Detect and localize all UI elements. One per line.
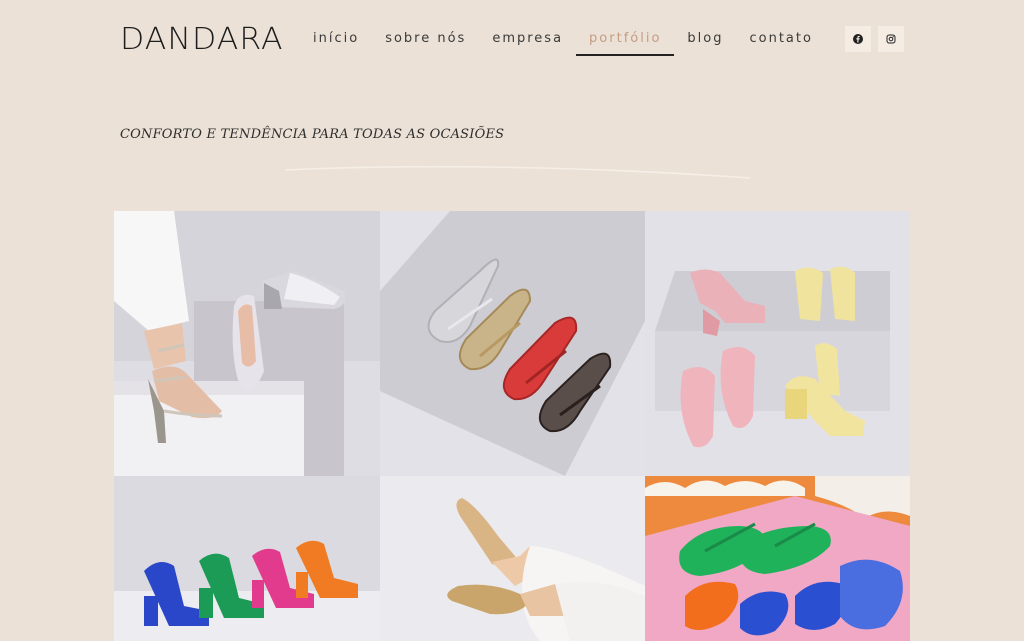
nav-item-blog[interactable]: blog xyxy=(674,30,736,56)
instagram-icon xyxy=(886,34,896,44)
portfolio-gallery xyxy=(114,211,910,641)
nav-item-contato[interactable]: contato xyxy=(736,30,825,56)
gallery-tile-5[interactable] xyxy=(380,476,645,641)
brand-logo[interactable]: DANDARA xyxy=(120,22,284,57)
flip-flops-photo xyxy=(645,476,910,641)
decorative-divider xyxy=(285,165,750,179)
main-nav: início sobre nós empresa portfólio blog … xyxy=(300,30,826,56)
site-header: DANDARA início sobre nós empresa portfól… xyxy=(0,0,1024,80)
facebook-button[interactable] xyxy=(845,26,871,52)
gallery-tile-4[interactable] xyxy=(114,476,380,641)
gallery-tile-6[interactable] xyxy=(645,476,910,641)
nav-item-sobre-nos[interactable]: sobre nós xyxy=(372,30,479,56)
gold-flats-photo xyxy=(380,476,645,641)
metallic-sandals-photo xyxy=(114,211,380,476)
gallery-tile-1[interactable] xyxy=(114,211,380,476)
social-links xyxy=(845,26,904,52)
instagram-button[interactable] xyxy=(878,26,904,52)
colorful-heels-photo xyxy=(114,476,380,641)
gallery-tile-3[interactable] xyxy=(645,211,910,476)
nav-item-portfolio[interactable]: portfólio xyxy=(576,30,675,56)
mary-jane-flats-photo xyxy=(380,211,645,476)
page-tagline: CONFORTO E TENDÊNCIA PARA TODAS AS OCASI… xyxy=(120,127,505,142)
facebook-icon xyxy=(853,34,863,44)
nav-item-inicio[interactable]: início xyxy=(300,30,372,56)
nav-item-empresa[interactable]: empresa xyxy=(479,30,576,56)
pastel-shoes-photo xyxy=(645,211,910,476)
gallery-tile-2[interactable] xyxy=(380,211,645,476)
